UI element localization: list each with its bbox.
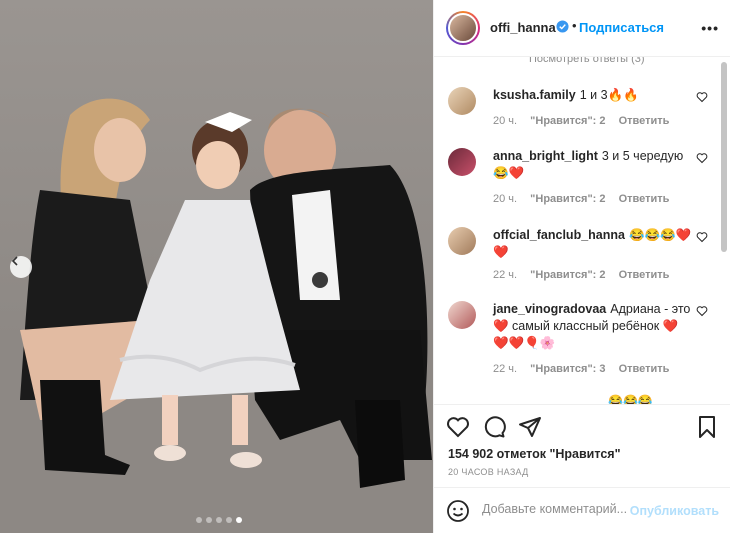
- comment-likes[interactable]: "Нравится": 2: [530, 269, 605, 281]
- reply-button[interactable]: Ответить: [619, 269, 670, 281]
- like-comment-heart-icon[interactable]: [696, 152, 708, 164]
- comment-text: 😂😂😂: [608, 394, 653, 404]
- commenter-avatar[interactable]: [448, 87, 476, 115]
- carousel-dot: [196, 517, 202, 523]
- comment-text-block: jane_vinogradovaa Адриана - это ❤️ самый …: [493, 301, 693, 352]
- carousel-indicator: [196, 517, 242, 523]
- comment-item: jane_vinogradovaa Адриана - это ❤️ самый …: [448, 301, 718, 379]
- comment-item: offcial_fanclub_hanna 😂😂😂❤️❤️ 22 ч. "Нрав…: [448, 227, 718, 287]
- post-actions: 154 902 отметок "Нравится" 20 ЧАСОВ НАЗА…: [434, 404, 730, 486]
- chevron-left-icon: [11, 256, 18, 266]
- like-heart-icon[interactable]: [446, 415, 470, 439]
- comment-bubble-icon[interactable]: [482, 415, 506, 439]
- commenter-avatar[interactable]: [448, 301, 476, 329]
- emoji-smiley-icon[interactable]: [446, 499, 470, 523]
- follow-button[interactable]: Подписаться: [579, 20, 664, 35]
- header-separator: •: [572, 18, 577, 33]
- commenter-avatar[interactable]: [448, 148, 476, 176]
- publish-button[interactable]: Опубликовать: [630, 504, 719, 518]
- previous-slide-button[interactable]: [10, 256, 32, 278]
- comment-text-block: anna_bright_light 3 и 5 чередую 😂❤️: [493, 148, 693, 182]
- author-avatar[interactable]: [446, 11, 480, 45]
- carousel-dot: [226, 517, 232, 523]
- carousel-dot: [216, 517, 222, 523]
- reply-button[interactable]: Ответить: [619, 115, 670, 127]
- comment-meta: 20 ч. "Нравится": 2 Ответить: [493, 115, 679, 127]
- post-timestamp[interactable]: 20 ЧАСОВ НАЗАД: [448, 467, 529, 477]
- comment-item: ksusha.family 1 и 3🔥🔥 20 ч. "Нравится": 2…: [448, 87, 718, 135]
- post-sidebar: offi_hanna • Подписаться ••• Посмотреть …: [433, 0, 730, 533]
- comment-composer: Опубликовать: [434, 487, 730, 533]
- family-photo-illustration: [0, 98, 433, 533]
- comment-text-block: ksusha.family 1 и 3🔥🔥: [493, 87, 693, 104]
- commenter-avatar[interactable]: [448, 227, 476, 255]
- comment-time: 22 ч.: [493, 363, 518, 375]
- like-comment-heart-icon[interactable]: [696, 305, 708, 317]
- comment-time: 20 ч.: [493, 193, 518, 205]
- comment-likes[interactable]: "Нравится": 3: [530, 363, 605, 375]
- comment-input[interactable]: [482, 502, 630, 516]
- author-username[interactable]: offi_hanna: [490, 20, 556, 35]
- more-options-button[interactable]: •••: [701, 20, 719, 36]
- comment-meta: 22 ч. "Нравится": 2 Ответить: [493, 269, 679, 281]
- share-paper-plane-icon[interactable]: [518, 415, 542, 439]
- carousel-dot-active: [236, 517, 242, 523]
- like-comment-heart-icon[interactable]: [696, 231, 708, 243]
- comment-meta: 20 ч. "Нравится": 2 Ответить: [493, 193, 679, 205]
- reply-button[interactable]: Ответить: [619, 363, 670, 375]
- woman-face: [94, 118, 146, 182]
- scrollbar-thumb[interactable]: [721, 62, 727, 252]
- verified-badge-icon: [556, 20, 569, 33]
- comment-time: 20 ч.: [493, 115, 518, 127]
- comment-item-partial: 😂😂😂: [448, 394, 718, 404]
- commenter-username[interactable]: offcial_fanclub_hanna: [493, 228, 625, 242]
- comment-item: anna_bright_light 3 и 5 чередую 😂❤️ 20 ч.…: [448, 148, 718, 210]
- comment-meta: 22 ч. "Нравится": 3 Ответить: [493, 363, 679, 375]
- man-boot: [355, 400, 405, 488]
- reply-button[interactable]: Ответить: [619, 193, 670, 205]
- post-photo[interactable]: [0, 0, 433, 533]
- likes-count[interactable]: 154 902 отметок "Нравится": [448, 447, 621, 461]
- like-comment-heart-icon[interactable]: [696, 91, 708, 103]
- commenter-username[interactable]: jane_vinogradovaa: [493, 302, 606, 316]
- commenter-username[interactable]: anna_bright_light: [493, 149, 598, 163]
- carousel-dot: [206, 517, 212, 523]
- comment-time: 22 ч.: [493, 269, 518, 281]
- girl-face: [196, 141, 240, 189]
- comment-likes[interactable]: "Нравится": 2: [530, 193, 605, 205]
- bookmark-icon[interactable]: [695, 415, 719, 439]
- comment-likes[interactable]: "Нравится": 2: [530, 115, 605, 127]
- view-replies-link[interactable]: Посмотреть ответы (3): [529, 57, 645, 65]
- commenter-username[interactable]: ksusha.family: [493, 88, 576, 102]
- comments-list[interactable]: Посмотреть ответы (3) ksusha.family 1 и 3…: [434, 57, 730, 404]
- comments-scrollbar[interactable]: [721, 60, 727, 400]
- post-header: offi_hanna • Подписаться •••: [434, 0, 730, 57]
- comment-text-block: offcial_fanclub_hanna 😂😂😂❤️❤️: [493, 227, 693, 261]
- comment-text: 1 и 3🔥🔥: [579, 88, 639, 102]
